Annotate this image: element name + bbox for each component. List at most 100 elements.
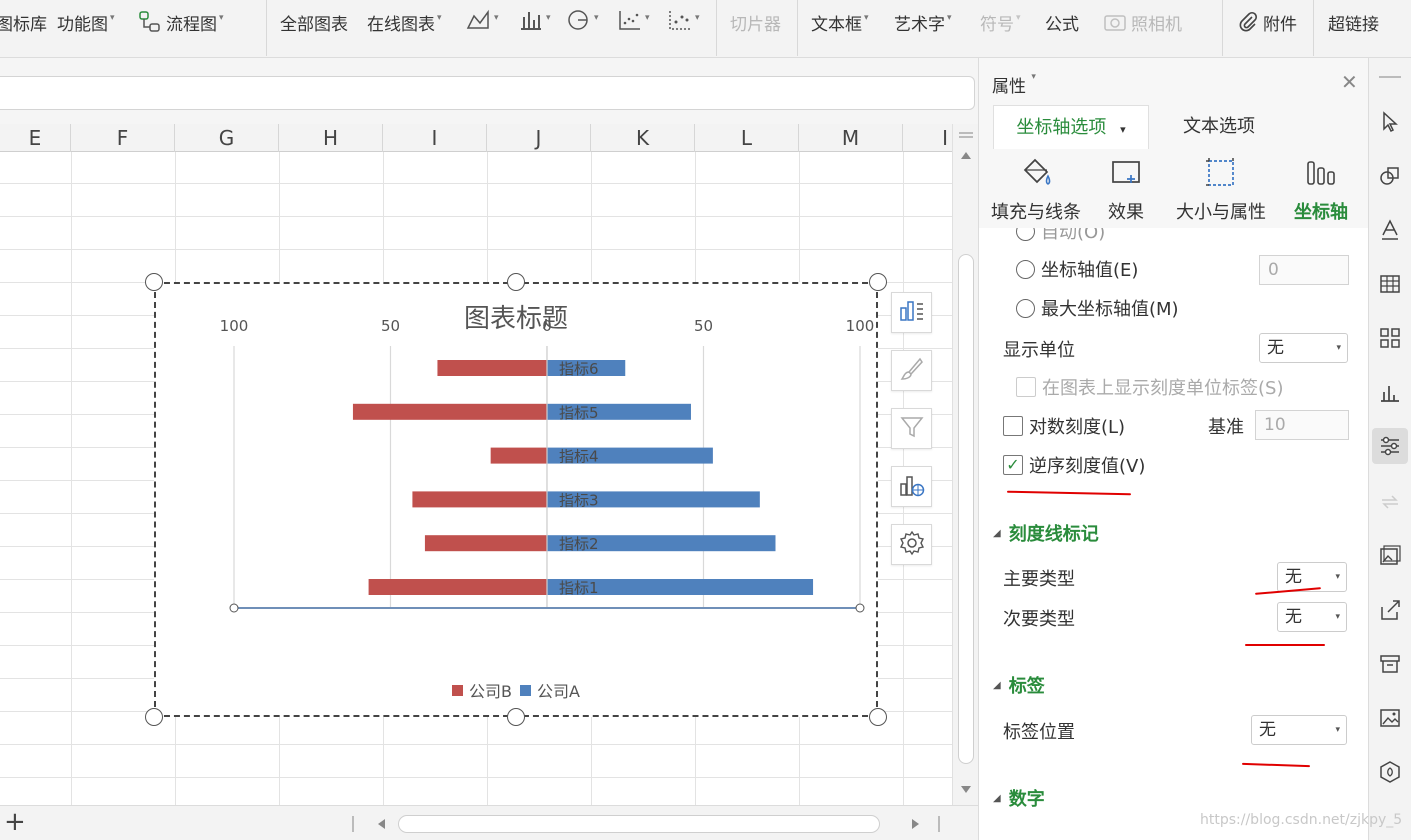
scroll-right-icon[interactable] (912, 819, 919, 829)
scroll-down-icon[interactable] (961, 786, 971, 793)
bubble-chart-button[interactable]: ▾ (667, 8, 700, 36)
resize-handle-bottom-left[interactable] (145, 708, 163, 726)
shapes-icon[interactable] (1376, 162, 1404, 190)
legend-item-company-a[interactable]: 公司A (520, 678, 580, 702)
log-scale-checkbox[interactable] (1003, 416, 1023, 436)
convert-icon[interactable] (1376, 488, 1404, 516)
subtab-size-properties[interactable]: 大小与属性 (1171, 154, 1271, 224)
column-header[interactable]: J (487, 124, 591, 152)
text-style-icon[interactable] (1376, 216, 1404, 244)
option-auto[interactable]: 自动(O) (1016, 228, 1105, 244)
slicer-button[interactable]: 切片器 (730, 8, 781, 36)
chart-style-button[interactable] (891, 350, 932, 391)
column-header[interactable]: F (71, 124, 175, 152)
option-axis-value[interactable]: 坐标轴值(E) (1016, 256, 1138, 282)
chart-legend[interactable]: 公司B 公司A (156, 678, 876, 702)
subtab-effects[interactable]: 效果 (1103, 154, 1149, 224)
base-input[interactable]: 10 (1255, 410, 1349, 440)
log-scale-option[interactable]: 对数刻度(L) (1003, 413, 1125, 439)
scatter-chart-button[interactable]: ▾ (617, 8, 650, 36)
pie-chart-button[interactable]: ▾ (566, 8, 599, 36)
resize-handle-top-right[interactable] (869, 273, 887, 291)
chart-elements-button[interactable] (891, 292, 932, 333)
column-header[interactable]: K (591, 124, 695, 152)
resize-handle-top-left[interactable] (145, 273, 163, 291)
chart-object[interactable]: 图表标题 100 50 0 50 100 指标1 指标2 指标3 指标4 指标5 指标6 公司B … (154, 282, 878, 717)
split-handle-icon[interactable] (959, 132, 973, 134)
flowchart-button[interactable]: 流程图 ▾ (138, 8, 224, 36)
horizontal-scroll-thumb[interactable] (398, 815, 880, 833)
hexagon-tool-icon[interactable] (1376, 758, 1404, 786)
section-number[interactable]: ◢ 数字 (993, 785, 1045, 811)
column-header[interactable]: G (175, 124, 279, 152)
share-icon[interactable] (1376, 596, 1404, 624)
radio-max-axis-value[interactable] (1016, 298, 1035, 318)
word-art-button[interactable]: 艺术字 ▾ (894, 8, 952, 36)
minor-type-select[interactable]: 无 ▾ (1277, 602, 1347, 632)
option-max-axis-value[interactable]: 最大坐标轴值(M) (1016, 295, 1179, 321)
tab-text-options[interactable]: 文本选项 (1183, 105, 1255, 149)
picture-icon[interactable] (1376, 704, 1404, 732)
show-unit-checkbox[interactable] (1016, 377, 1036, 397)
radio-axis-value[interactable] (1016, 259, 1035, 279)
chart-icon[interactable] (1376, 378, 1404, 406)
splitter-icon[interactable] (938, 816, 940, 832)
resize-handle-top[interactable] (507, 273, 525, 291)
archive-icon[interactable] (1376, 650, 1404, 678)
apps-grid-icon[interactable] (1376, 324, 1404, 352)
icon-library-button[interactable]: 图标库 (0, 8, 47, 36)
display-unit-select[interactable]: 无 ▾ (1259, 333, 1348, 363)
hyperlink-button[interactable]: 超链接 (1328, 8, 1379, 36)
formula-bar[interactable] (0, 76, 975, 110)
scroll-left-icon[interactable] (378, 819, 385, 829)
vertical-scroll-thumb[interactable] (958, 254, 974, 764)
column-header[interactable]: L (695, 124, 799, 152)
column-header[interactable]: M (799, 124, 903, 152)
properties-icon[interactable] (1372, 428, 1408, 464)
formula-button[interactable]: 公式 (1045, 8, 1079, 36)
column-header[interactable]: E (0, 124, 71, 152)
reverse-order-option[interactable]: ✓ 逆序刻度值(V) (1003, 452, 1145, 478)
section-labels[interactable]: ◢ 标签 (993, 672, 1045, 698)
radio-auto[interactable] (1016, 228, 1035, 241)
chevron-down-icon: ▾ (645, 13, 650, 23)
function-chart-button[interactable]: 功能图 ▾ (57, 8, 115, 36)
image-gallery-icon[interactable] (1376, 542, 1404, 570)
area-chart-button[interactable]: ▾ (466, 8, 499, 36)
column-chart-button[interactable]: ▾ (518, 8, 551, 36)
vertical-scrollbar[interactable] (952, 124, 978, 805)
subtab-axis[interactable]: 坐标轴 (1289, 154, 1353, 232)
add-sheet-button[interactable]: + (4, 806, 26, 838)
scroll-up-icon[interactable] (961, 152, 971, 159)
resize-handle-bottom-right[interactable] (869, 708, 887, 726)
section-tick-marks[interactable]: ◢ 刻度线标记 (993, 520, 1099, 546)
panel-title[interactable]: 属性 ▾ (992, 72, 1036, 97)
chart-globe-icon (898, 472, 926, 502)
tab-axis-options[interactable]: 坐标轴选项 ▾ (993, 105, 1149, 149)
text-box-button[interactable]: 文本框 ▾ (811, 8, 869, 36)
reverse-order-checkbox[interactable]: ✓ (1003, 455, 1023, 475)
legend-item-company-b[interactable]: 公司B (452, 678, 512, 702)
plot-area[interactable]: 指标1 指标2 指标3 指标4 指标5 指标6 (156, 284, 876, 715)
show-unit-label-option[interactable]: 在图表上显示刻度单位标签(S) (1016, 374, 1283, 400)
close-icon[interactable]: ✕ (1341, 70, 1358, 94)
symbol-button[interactable]: 符号 ▾ (980, 8, 1021, 36)
all-charts-button[interactable]: 全部图表 (280, 8, 348, 36)
subtab-fill-line[interactable]: 填充与线条 (987, 154, 1085, 224)
column-header[interactable]: H (279, 124, 383, 152)
online-charts-button[interactable]: 在线图表 ▾ (367, 8, 442, 36)
table-icon[interactable] (1376, 270, 1404, 298)
splitter-icon[interactable] (352, 816, 354, 832)
axis-value-input[interactable]: 0 (1259, 255, 1349, 285)
camera-button[interactable]: 照相机 (1103, 8, 1182, 36)
resize-handle-bottom[interactable] (507, 708, 525, 726)
column-header[interactable]: I (903, 124, 952, 152)
select-pointer-icon[interactable] (1376, 108, 1404, 136)
attachment-button[interactable]: 附件 (1237, 8, 1297, 36)
major-type-value: 无 (1285, 567, 1302, 587)
column-header[interactable]: I (383, 124, 487, 152)
chart-filter-button[interactable] (891, 408, 932, 449)
chart-settings-button[interactable] (891, 524, 932, 565)
label-position-select[interactable]: 无 ▾ (1251, 715, 1347, 745)
online-chart-button[interactable] (891, 466, 932, 507)
